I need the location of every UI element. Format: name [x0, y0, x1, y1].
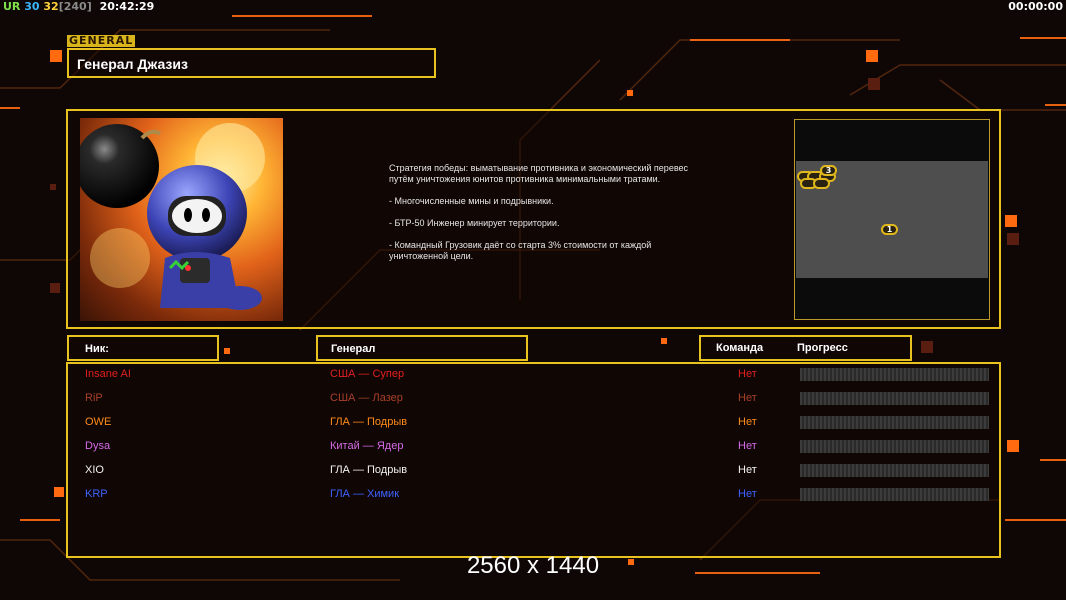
- player-row[interactable]: OWE ГЛА — Подрыв Нет: [68, 411, 1003, 433]
- player-nick: RiP: [85, 392, 103, 404]
- general-title-box: Генерал Джазиз: [67, 48, 436, 78]
- game-timer: 00:00:00: [1008, 0, 1063, 13]
- player-list: Insane AI США — Супер Нет RiP США — Лазер Нет…: [66, 362, 1001, 558]
- player-progress-bar: [800, 440, 989, 453]
- general-tag: GENERAL: [67, 34, 136, 47]
- player-general: ГЛА — Подрыв: [330, 416, 408, 428]
- player-row[interactable]: Dysa Китай — Ядер Нет: [68, 435, 1003, 457]
- player-nick: Dysa: [85, 440, 111, 452]
- player-nick: KRP: [85, 488, 108, 500]
- player-general: США — Супер: [330, 368, 405, 380]
- header-general: Генерал: [331, 343, 376, 355]
- system-clock: 20:42:29: [99, 0, 155, 13]
- resolution-watermark: 2560 x 1440: [466, 552, 600, 579]
- player-general: ГЛА — Подрыв: [330, 464, 408, 476]
- spawn-marker-3: 3: [820, 165, 837, 176]
- player-nick: OWE: [85, 416, 112, 428]
- player-row[interactable]: XIO ГЛА — Подрыв Нет: [68, 459, 1003, 481]
- header-progress: Прогресс: [797, 342, 848, 354]
- player-progress-bar: [800, 464, 989, 477]
- strategy-description: Стратегия победы: выматывание противника…: [389, 163, 709, 273]
- strategy-line: Стратегия победы: выматывание противника…: [389, 163, 689, 184]
- player-progress-bar: [800, 488, 989, 501]
- player-general: ГЛА — Химик: [330, 488, 400, 500]
- player-team: Нет: [738, 464, 757, 476]
- spawn-marker-1: 1: [881, 224, 898, 235]
- fps-value: 30: [24, 0, 40, 13]
- player-team: Нет: [738, 488, 757, 500]
- ur-label: UR: [3, 0, 21, 13]
- general-portrait: [80, 118, 283, 321]
- header-team: Команда: [716, 342, 764, 354]
- player-progress-bar: [800, 392, 989, 405]
- player-team: Нет: [738, 368, 757, 380]
- player-progress-bar: [800, 416, 989, 429]
- player-nick: XIO: [85, 464, 104, 476]
- refresh-rate: [240]: [58, 0, 92, 13]
- player-nick: Insane AI: [85, 368, 131, 380]
- player-row[interactable]: KRP ГЛА — Химик Нет: [68, 483, 1003, 505]
- player-progress-bar: [800, 368, 989, 381]
- feature-mines: - Многочисленные мины и подрывники.: [389, 196, 554, 206]
- header-team-progress-box: Команда Прогресс: [699, 335, 912, 361]
- player-team: Нет: [738, 440, 757, 452]
- header-nick: Ник:: [85, 343, 109, 355]
- player-general: Китай — Ядер: [330, 440, 404, 452]
- player-team: Нет: [738, 416, 757, 428]
- player-row[interactable]: Insane AI США — Супер Нет: [68, 363, 1003, 385]
- spawn-marker: [813, 178, 830, 189]
- header-general-box: Генерал: [316, 335, 528, 361]
- player-general: США — Лазер: [330, 392, 403, 404]
- feature-command-truck: - Командный Грузовик даёт со старта 3% с…: [389, 240, 652, 261]
- fps-target: 32: [43, 0, 59, 13]
- feature-btr50: - БТР-50 Инженер минирует территории.: [389, 218, 560, 228]
- map-preview: 3 1: [794, 119, 990, 320]
- fps-counter: UR 30 32[240] 20:42:29: [3, 0, 154, 13]
- general-title: Генерал Джазиз: [77, 56, 188, 72]
- bomber-portrait-image: [80, 123, 265, 310]
- header-nick-box: Ник:: [67, 335, 219, 361]
- player-row[interactable]: RiP США — Лазер Нет: [68, 387, 1003, 409]
- player-team: Нет: [738, 392, 757, 404]
